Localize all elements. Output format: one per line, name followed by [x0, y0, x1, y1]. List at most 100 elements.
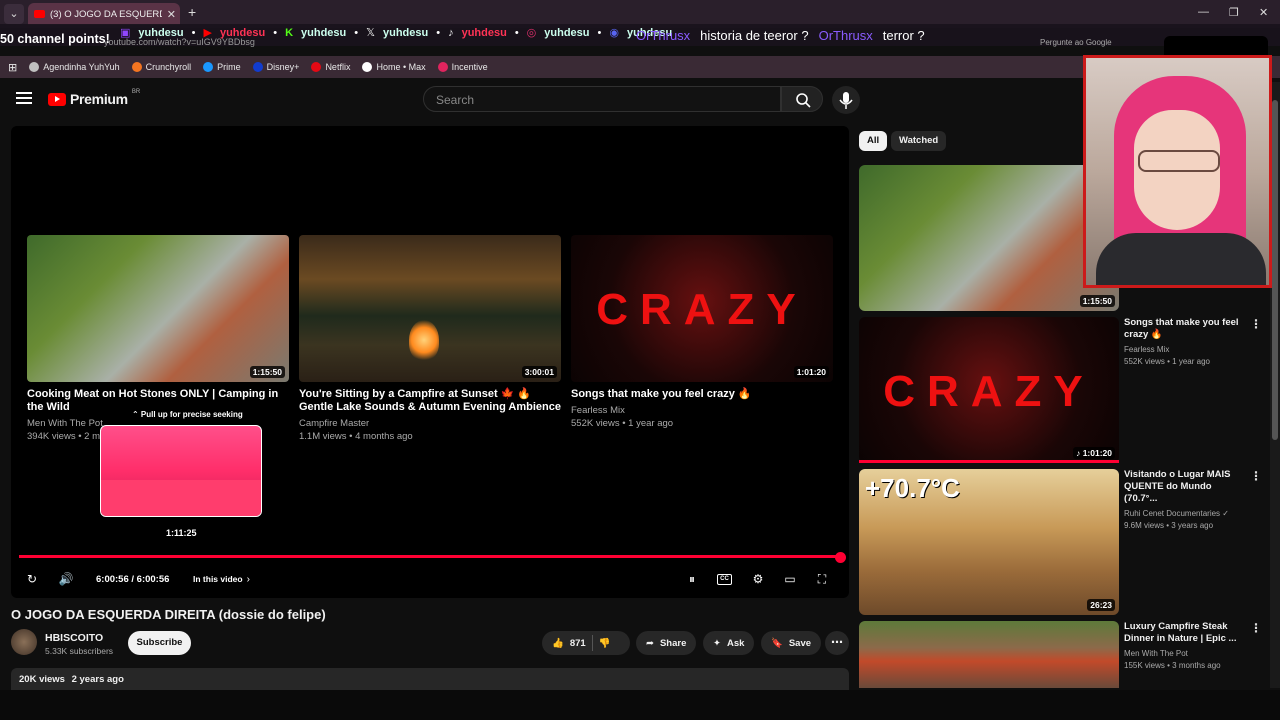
watched-progress-bar: [859, 460, 1119, 463]
sidebar-video-info[interactable]: Visitando o Lugar MAIS QUENTE do Mundo (…: [1124, 469, 1244, 532]
browser-tab-active[interactable]: (3) O JOGO DA ESQUERDA DIRE ✕: [28, 3, 180, 25]
settings-button[interactable]: ⚙: [749, 571, 767, 587]
theater-mode-button[interactable]: ▭: [781, 571, 799, 587]
thumbnail-text: +70.7°C: [865, 473, 960, 503]
endscreen-video-card[interactable]: CRAZY 1:01:20 Songs that make you feel c…: [571, 235, 833, 430]
sidebar-video-thumbnail[interactable]: CRAZY ♪ 1:01:20: [859, 317, 1119, 463]
voice-search-button[interactable]: [832, 86, 860, 114]
bookmark-crunchyroll[interactable]: Crunchyroll: [131, 62, 191, 72]
webcam-glasses: [1138, 150, 1220, 172]
bookmark-max[interactable]: Home • Max: [362, 62, 426, 72]
youtube-premium-logo[interactable]: Premium BR: [48, 89, 141, 107]
sidebar-video-channel[interactable]: Fearless Mix: [1124, 344, 1244, 356]
bookmark-icon: 🔖: [771, 637, 783, 649]
bookmark-label: Disney+: [266, 62, 300, 72]
disney-icon: [252, 62, 263, 72]
bookmark-prime[interactable]: Prime: [203, 62, 241, 72]
video-player[interactable]: 1:15:50 Cooking Meat on Hot Stones ONLY …: [11, 126, 849, 598]
like-dislike-group: 👍 871 👎: [542, 631, 630, 655]
save-label: Save: [788, 637, 812, 649]
netflix-icon: [311, 62, 322, 72]
search-input[interactable]: Search: [423, 86, 781, 112]
bottom-strip: [0, 690, 1280, 720]
chip-watched[interactable]: Watched: [891, 131, 947, 151]
seek-hint: ⌃ Pull up for precise seeking: [132, 410, 243, 419]
logo-region: BR: [131, 89, 141, 95]
sidebar-video-channel[interactable]: Men With The Pot: [1124, 648, 1244, 660]
new-tab-button[interactable]: +: [188, 4, 196, 20]
social-handle: yuhdesu: [461, 26, 507, 39]
chat-user: OrThrusx: [636, 28, 691, 43]
streamer-webcam: [1083, 55, 1272, 288]
close-tab-icon[interactable]: ✕: [167, 8, 176, 21]
scrubber-handle[interactable]: [835, 552, 846, 563]
sidebar-video-title[interactable]: Luxury Campfire Steak Dinner in Nature |…: [1124, 621, 1244, 645]
autoplay-toggle[interactable]: ⏸: [683, 571, 701, 587]
bookmark-incentive[interactable]: Incentive: [437, 62, 488, 72]
progress-bar[interactable]: [19, 555, 843, 558]
duration-badge: 1:15:50: [1079, 295, 1115, 307]
sidebar-video-info[interactable]: Songs that make you feel crazy 🔥 Fearles…: [1124, 317, 1244, 368]
sidebar-video-channel[interactable]: Ruhi Cenet Documentaries ✓: [1124, 508, 1244, 520]
endscreen-video-card[interactable]: 3:00:01 You're Sitting by a Campfire at …: [299, 235, 561, 443]
close-window-icon[interactable]: ✕: [1259, 6, 1268, 19]
endcard-title[interactable]: You're Sitting by a Campfire at Sunset 🍁…: [299, 388, 561, 414]
sidebar-video-meta: 9.6M views • 3 years ago: [1124, 521, 1214, 530]
endcard-channel[interactable]: Fearless Mix: [571, 404, 833, 417]
bookmark-disney[interactable]: Disney+: [252, 62, 300, 72]
chip-all[interactable]: All: [859, 131, 888, 151]
volume-button[interactable]: 🔊: [57, 571, 75, 587]
sidebar-video-title[interactable]: Visitando o Lugar MAIS QUENTE do Mundo (…: [1124, 469, 1244, 505]
video-thumbnail[interactable]: CRAZY 1:01:20: [571, 235, 833, 382]
like-button[interactable]: 👍 871: [552, 638, 586, 649]
description-box[interactable]: 20K views 2 years ago: [11, 668, 849, 690]
save-button[interactable]: 🔖 Save: [761, 631, 822, 655]
duration-badge: 1:01:20: [793, 366, 829, 378]
instagram-icon: ◎: [526, 27, 537, 39]
webcam-body: [1096, 233, 1266, 285]
kick-icon: K: [285, 26, 294, 39]
subtitles-button[interactable]: CC: [717, 571, 732, 587]
tab-search-button[interactable]: ⌄: [4, 4, 24, 24]
endcard-title[interactable]: Songs that make you feel crazy 🔥: [571, 388, 833, 401]
endcard-channel[interactable]: Campfire Master: [299, 417, 561, 430]
video-options-button[interactable]: ⋮: [1250, 317, 1262, 331]
video-thumbnail[interactable]: 3:00:01: [299, 235, 561, 382]
thumbnail-text: CRAZY: [596, 285, 808, 334]
bookmark-label: Home • Max: [376, 62, 426, 72]
bookmark-agendinha[interactable]: Agendinha YuhYuh: [29, 62, 120, 72]
dislike-button[interactable]: 👎: [599, 638, 611, 649]
sidebar-video-title[interactable]: Songs that make you feel crazy 🔥: [1124, 317, 1244, 341]
scrollbar-thumb[interactable]: [1272, 100, 1278, 440]
maximize-icon[interactable]: ❐: [1229, 6, 1239, 19]
sidebar-video-thumbnail[interactable]: +70.7°C 26:23: [859, 469, 1119, 615]
ask-button[interactable]: ✦ Ask: [703, 631, 755, 655]
chapters-button[interactable]: In this video ›: [193, 571, 250, 587]
bookmark-netflix[interactable]: Netflix: [311, 62, 350, 72]
subscribe-button[interactable]: Subscribe: [128, 631, 191, 655]
menu-icon[interactable]: [16, 92, 32, 104]
autoplay-icon: ⏸: [688, 571, 695, 586]
sidebar-video-info[interactable]: Luxury Campfire Steak Dinner in Nature |…: [1124, 621, 1244, 672]
sidebar-video-thumbnail[interactable]: 1:15:50: [859, 165, 1119, 311]
avatar[interactable]: [11, 629, 37, 655]
chat-user: OrThrusx: [818, 28, 873, 43]
share-label: Share: [659, 637, 687, 649]
fullscreen-button[interactable]: ⛶: [813, 571, 831, 587]
more-actions-button[interactable]: ⋯: [825, 631, 849, 655]
video-options-button[interactable]: ⋮: [1250, 469, 1262, 483]
apps-grid-icon[interactable]: ⊞: [8, 61, 17, 74]
replay-button[interactable]: ↻: [23, 571, 41, 587]
channel-name[interactable]: HBISCOITO: [45, 632, 103, 644]
bookmark-label: Netflix: [325, 62, 351, 72]
share-button[interactable]: ➦ Share: [636, 631, 697, 655]
video-thumbnail[interactable]: 1:15:50: [27, 235, 289, 382]
social-handle: yuhdesu: [138, 26, 184, 39]
x-icon: 𝕏: [366, 27, 375, 39]
sidebar-video-thumbnail[interactable]: [859, 621, 1119, 688]
video-options-button[interactable]: ⋮: [1250, 621, 1262, 635]
search-button[interactable]: [781, 86, 823, 112]
crunchyroll-icon: [131, 62, 142, 72]
minimize-icon[interactable]: —: [1198, 6, 1209, 18]
like-count: 871: [569, 637, 586, 649]
